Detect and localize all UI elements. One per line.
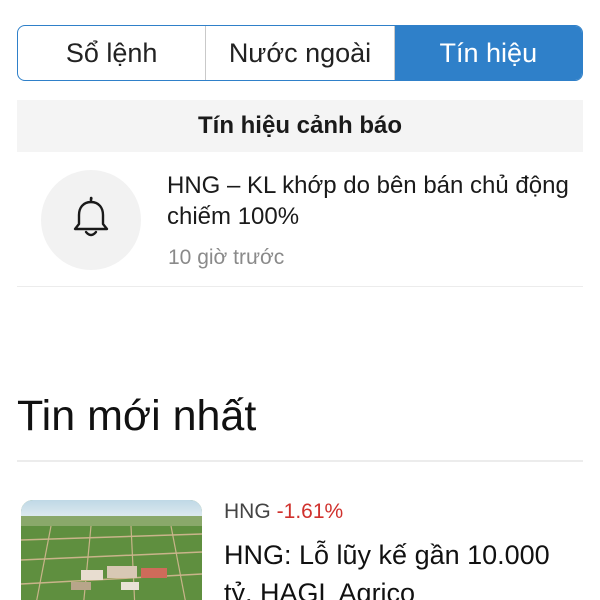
news-thumbnail [21, 500, 202, 600]
signals-section-header: Tín hiệu cảnh báo [17, 100, 583, 152]
bell-icon-container [41, 170, 141, 270]
tab-signals[interactable]: Tín hiệu [394, 26, 582, 80]
news-price-change: -1.61% [276, 500, 344, 523]
bell-icon [71, 196, 111, 245]
page: Sổ lệnh Nước ngoài Tín hiệu Tín hiệu cản… [0, 0, 600, 600]
signal-item[interactable]: HNG – KL khớp do bên bán chủ động chiếm … [17, 160, 583, 287]
tab-order-book[interactable]: Sổ lệnh [18, 26, 207, 80]
tab-bar: Sổ lệnh Nước ngoài Tín hiệu [17, 25, 583, 81]
tab-foreign[interactable]: Nước ngoài [206, 26, 395, 80]
signal-text: HNG – KL khớp do bên bán chủ động chiếm … [167, 172, 569, 230]
news-meta: HNG -1.61% [224, 500, 343, 524]
news-item[interactable]: HNG -1.61% HNG: Lỗ lũy kế gần 10.000 tỷ, … [17, 490, 583, 600]
divider [17, 460, 583, 462]
latest-news-title: Tin mới nhất [17, 392, 257, 440]
news-ticker: HNG [224, 500, 271, 523]
signal-time: 10 giờ trước [168, 246, 285, 269]
news-headline: HNG: Lỗ lũy kế gần 10.000 tỷ, HAGL Agric… [224, 540, 550, 600]
